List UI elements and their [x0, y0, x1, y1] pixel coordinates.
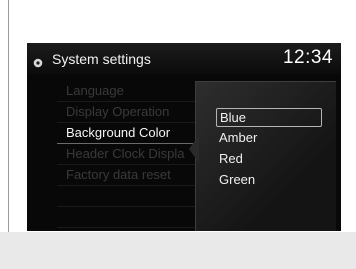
menu-item-label: Display Operation [66, 104, 170, 119]
header-bar: System settings 12:34 [27, 43, 341, 74]
menu-item-label: Factory data reset [66, 167, 171, 182]
page: System settings 12:34 Language Display O… [0, 0, 356, 269]
menu-item-label: Header Clock Displa [66, 146, 185, 161]
color-option-amber[interactable]: Amber [216, 129, 322, 148]
color-option-blue[interactable]: Blue [216, 108, 322, 127]
color-option-red[interactable]: Red [216, 150, 322, 169]
menu-item-label: Background Color [66, 125, 171, 140]
frame-divider [8, 0, 9, 232]
gear-icon [33, 53, 43, 68]
popup-pointer [189, 135, 199, 163]
color-option-green[interactable]: Green [216, 171, 322, 190]
color-option-label: Green [219, 172, 256, 187]
color-options-popup: Blue Amber Red Green [195, 81, 336, 231]
color-option-label: Blue [220, 110, 247, 125]
color-option-label: Red [219, 151, 243, 166]
display-screen: System settings 12:34 Language Display O… [27, 43, 341, 231]
page-title: System settings [52, 51, 151, 67]
clock-display: 12:34 [282, 47, 333, 68]
menu-item-label: Language [66, 83, 124, 98]
color-option-label: Amber [219, 130, 258, 145]
